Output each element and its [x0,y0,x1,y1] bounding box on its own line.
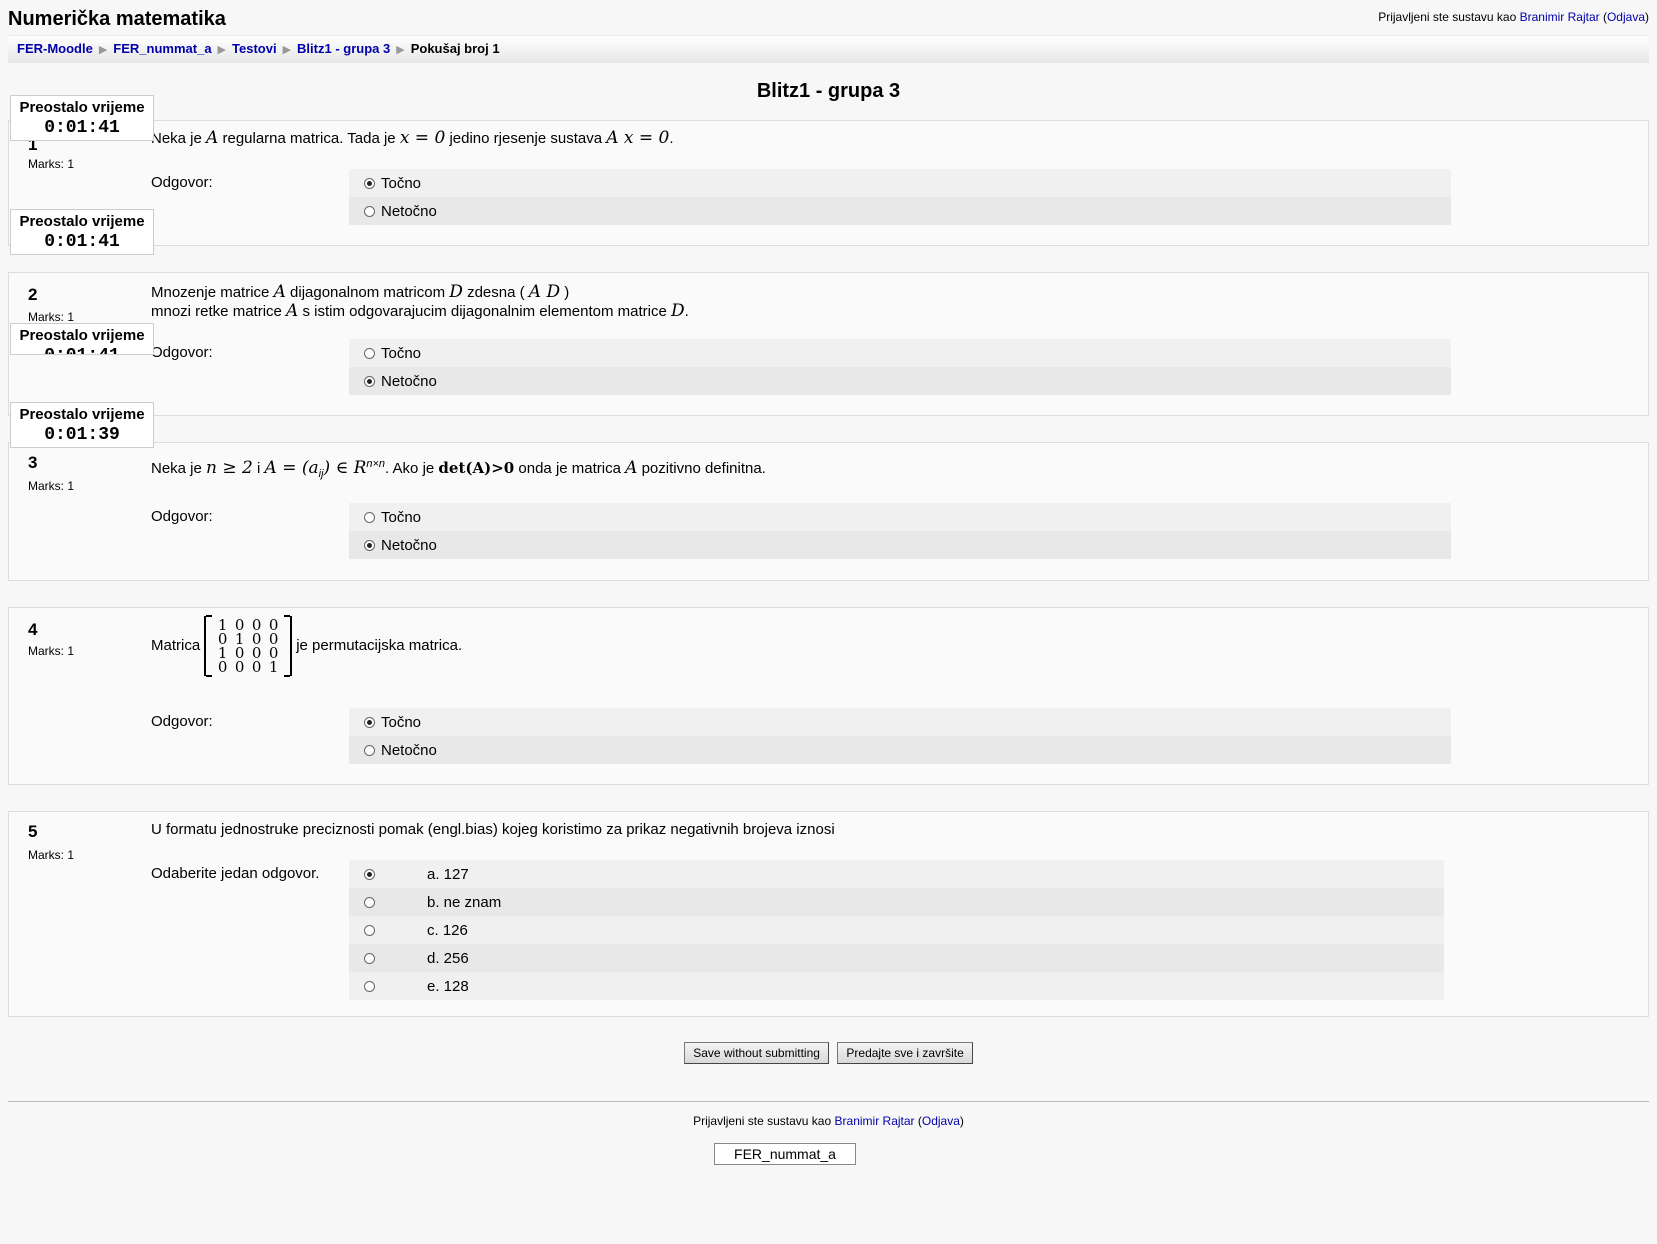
time-remaining-timer: Preostalo vrijeme 0:01:41 [10,95,154,141]
question-5: 5 Marks: 1 U formatu jednostruke precizn… [8,811,1649,1017]
logout-link[interactable]: Odjava [1607,10,1645,24]
breadcrumb-current: Pokušaj broj 1 [410,41,500,56]
breadcrumb-item-quiz[interactable]: Blitz1 - grupa 3 [297,41,390,56]
radio-selected-icon[interactable] [364,539,375,551]
option-false[interactable]: Netočno [349,197,1451,225]
option-d[interactable]: d. 256 [349,944,1444,972]
question-3: 3 Marks: 1 Neka je n ≥ 2 i A = (aij) ∈ R… [8,442,1649,581]
breadcrumb-arrow-icon: ▶ [282,44,292,56]
question-text: Matrica 1000 0100 1000 0001 je permutaci… [151,615,463,677]
login-info: Prijavljeni ste sustavu kao Branimir Raj… [1378,10,1649,24]
footer-user-link[interactable]: Branimir Rajtar [835,1114,915,1128]
radio-icon[interactable] [364,347,375,359]
option-true[interactable]: Točno [349,708,1451,736]
option-false[interactable]: Netočno [349,736,1451,764]
option-true[interactable]: Točno [349,339,1451,367]
breadcrumb-arrow-icon: ▶ [217,44,227,56]
breadcrumb-item-fer-moodle[interactable]: FER-Moodle [17,41,93,56]
radio-icon[interactable] [364,980,375,992]
time-remaining-timer: Preostalo vrijeme 0:01:41 [10,209,154,255]
question-number: 3 [28,453,38,472]
question-marks: Marks: 1 [28,479,75,493]
radio-selected-icon[interactable] [364,716,375,728]
answer-options: a. 127 b. ne znam c. 126 d. 256 e. 128 [349,860,1444,1000]
question-marks: Marks: 1 [28,644,75,658]
footer-divider [8,1101,1649,1102]
radio-selected-icon[interactable] [364,177,375,189]
option-false[interactable]: Netočno [349,367,1451,395]
option-true[interactable]: Točno [349,169,1451,197]
radio-icon[interactable] [364,952,375,964]
question-1: 1 Marks: 1 Neka je A regularna matrica. … [8,120,1649,246]
breadcrumb-item-course[interactable]: FER_nummat_a [113,41,211,56]
option-b[interactable]: b. ne znam [349,888,1444,916]
question-text: U formatu jednostruke preciznosti pomak … [151,821,835,838]
user-link[interactable]: Branimir Rajtar [1520,10,1600,24]
question-text: Neka je n ≥ 2 i A = (aij) ∈ Rn×n. Ako je… [151,458,766,480]
permutation-matrix: 1000 0100 1000 0001 [204,615,293,677]
breadcrumb-arrow-icon: ▶ [98,44,108,56]
question-marks: Marks: 1 [28,848,75,862]
answer-options: Točno Netočno [349,503,1451,559]
answer-label: Odgovor: [151,344,213,361]
answer-label: Odgovor: [151,713,213,730]
submit-all-button[interactable]: Predajte sve i završite [837,1042,973,1064]
question-2: 2 Marks: 1 Mnozenje matrice A dijagonaln… [8,272,1649,416]
option-a[interactable]: a. 127 [349,860,1444,888]
question-marks: Marks: 1 [28,310,75,324]
answer-label: Odgovor: [151,174,213,191]
option-e[interactable]: e. 128 [349,972,1444,1000]
radio-icon[interactable] [364,924,375,936]
question-text: Neka je A regularna matrica. Tada je x =… [151,128,674,148]
login-prefix: Prijavljeni ste sustavu kao [1378,10,1517,24]
answer-options: Točno Netočno [349,708,1451,764]
breadcrumb-item-quizzes[interactable]: Testovi [232,41,277,56]
site-title: Numerička matematika [8,8,226,30]
question-number: 2 [28,285,38,304]
radio-selected-icon[interactable] [364,868,375,880]
time-remaining-timer: Preostalo vrijeme 0:01:41 [10,323,154,355]
radio-icon[interactable] [364,744,375,756]
radio-selected-icon[interactable] [364,375,375,387]
radio-icon[interactable] [364,205,375,217]
footer-login-info: Prijavljeni ste sustavu kao Branimir Raj… [693,1114,964,1128]
option-false[interactable]: Netočno [349,531,1451,559]
question-text: Mnozenje matrice A dijagonalnom matricom… [151,282,689,321]
radio-icon[interactable] [364,896,375,908]
breadcrumb: FER-Moodle ▶ FER_nummat_a ▶ Testovi ▶ Blitz1 -… [8,35,1649,63]
footer-logout-link[interactable]: Odjava [922,1114,960,1128]
option-c[interactable]: c. 126 [349,916,1444,944]
time-remaining-timer: Preostalo vrijeme 0:01:39 [10,402,154,448]
answer-options: Točno Netočno [349,169,1451,225]
question-number: 4 [28,620,38,639]
answer-label: Odaberite jedan odgovor. [151,865,320,882]
quiz-buttons: Save without submitting Predajte sve i z… [0,1042,1657,1064]
save-without-submitting-button[interactable]: Save without submitting [684,1042,829,1064]
breadcrumb-arrow-icon: ▶ [396,44,405,56]
question-4: 4 Marks: 1 Matrica 1000 0100 1000 0001 j… [8,607,1649,785]
radio-icon[interactable] [364,511,375,523]
answer-label: Odgovor: [151,508,213,525]
option-true[interactable]: Točno [349,503,1451,531]
question-number: 5 [28,822,38,841]
quiz-title: Blitz1 - grupa 3 [756,80,901,102]
answer-options: Točno Netočno [349,339,1451,395]
page-header: Numerička matematika Prijavljeni ste sus… [8,6,1649,32]
question-marks: Marks: 1 [28,157,75,171]
course-home-button[interactable]: FER_nummat_a [714,1143,856,1165]
